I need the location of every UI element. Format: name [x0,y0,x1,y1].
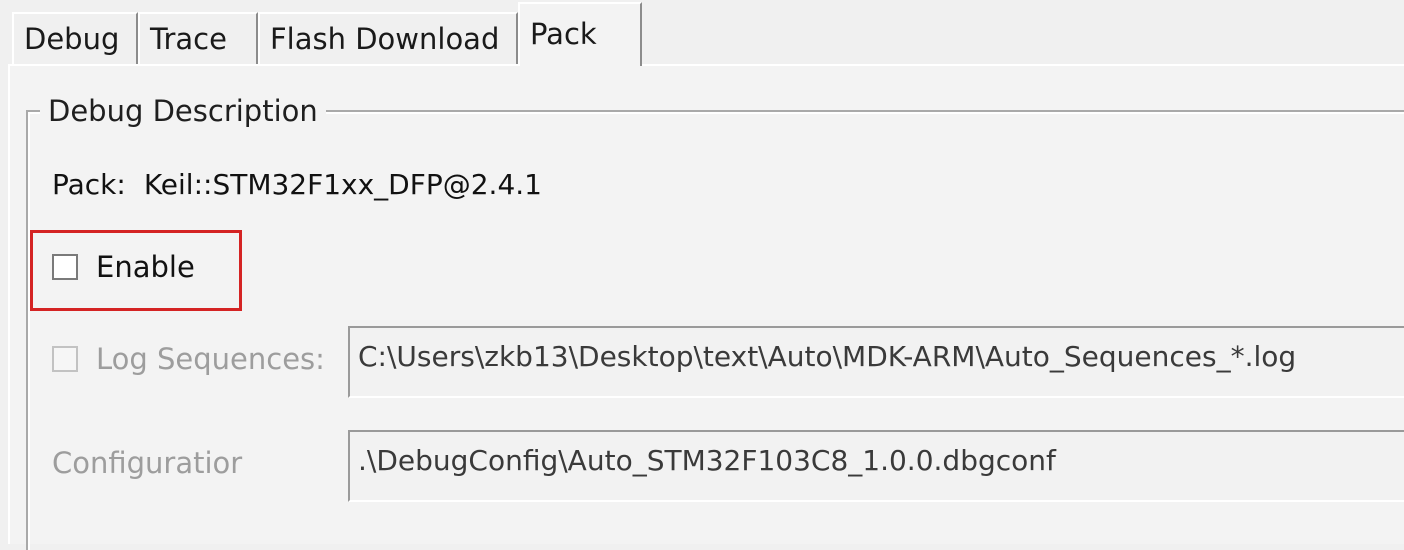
log-sequences-checkbox[interactable] [52,346,78,372]
tab-debug[interactable]: Debug [12,12,138,64]
log-sequences-path-field[interactable]: C:\Users\zkb13\Desktop\text\Auto\MDK-ARM… [348,326,1404,398]
tab-flash-download[interactable]: Flash Download [258,12,518,64]
log-sequences-label: Log Sequences: [96,342,325,376]
tab-pack[interactable]: Pack [518,2,642,66]
pack-info: Pack: Keil::STM32F1xx_DFP@2.4.1 [52,166,542,204]
tab-trace[interactable]: Trace [138,12,258,64]
configuration-path-field[interactable]: .\DebugConfig\Auto_STM32F103C8_1.0.0.dbg… [348,430,1404,502]
pack-label: Pack: [52,168,126,201]
group-title: Debug Description [40,92,326,130]
tab-strip: Debug Trace Flash Download Pack [0,0,1404,68]
pack-value: Keil::STM32F1xx_DFP@2.4.1 [143,168,542,201]
red-highlight-box [30,230,242,311]
configuration-label: Configuratior [52,446,243,480]
